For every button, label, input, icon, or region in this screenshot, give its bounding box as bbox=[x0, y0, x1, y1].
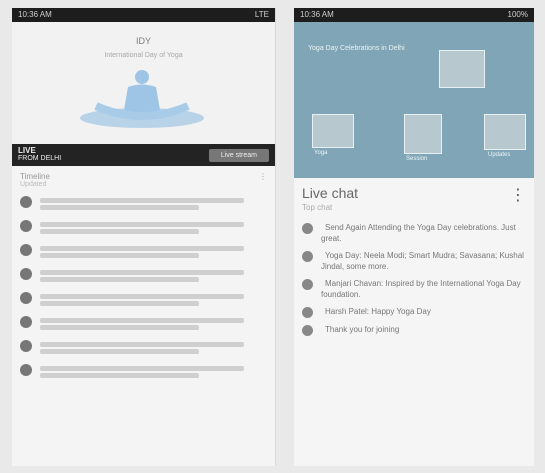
chat-message: Manjari Chavan: Inspired by the Internat… bbox=[302, 278, 526, 300]
timeline-header: Timeline Updated ⋮ bbox=[12, 166, 275, 192]
chat-body: Harsh Patel: Happy Yoga Day bbox=[321, 306, 431, 318]
thumbnail-main[interactable] bbox=[439, 50, 485, 88]
feed-icon bbox=[20, 244, 32, 256]
thumbnail-2[interactable] bbox=[404, 114, 442, 154]
chat-body: Manjari Chavan: Inspired by the Internat… bbox=[321, 278, 526, 300]
chat-list: Send Again Attending the Yoga Day celebr… bbox=[294, 222, 534, 336]
feed-item[interactable] bbox=[12, 360, 275, 384]
feed-icon bbox=[20, 316, 32, 328]
right-status-bar: 10:36 AM 100% bbox=[294, 8, 534, 22]
feed-icon bbox=[20, 364, 32, 376]
left-status-signal: LTE bbox=[254, 10, 269, 19]
more-icon[interactable]: ⋮ bbox=[259, 172, 267, 188]
feed-item[interactable] bbox=[12, 336, 275, 360]
feed-icon bbox=[20, 292, 32, 304]
feed-item[interactable] bbox=[12, 192, 275, 216]
chat-text: Harsh Patel: Happy Yoga Day bbox=[325, 307, 431, 316]
thumb-cap-2: Session bbox=[406, 156, 428, 162]
live-sub: FROM DELHI bbox=[18, 155, 62, 162]
timeline-sub: Updated bbox=[20, 181, 47, 188]
media-preview: Yoga Day Celebrations in Delhi Yoga Sess… bbox=[294, 22, 534, 178]
left-status-bar: 10:36 AM LTE bbox=[12, 8, 275, 22]
chat-body: Yoga Day: Neela Modi; Smart Mudra; Savas… bbox=[321, 250, 526, 272]
yoga-logo: IDY bbox=[135, 36, 151, 46]
timeline-feed bbox=[12, 192, 275, 384]
thumb-cap-3: Updates bbox=[488, 152, 511, 158]
feed-icon bbox=[20, 268, 32, 280]
chat-body: Thank you for joining bbox=[321, 324, 399, 336]
live-chat-header: Live chat Top chat ⋮ bbox=[294, 178, 534, 216]
live-stream-button[interactable]: Live stream bbox=[208, 148, 269, 162]
feed-item[interactable] bbox=[12, 312, 275, 336]
chat-message: Send Again Attending the Yoga Day celebr… bbox=[302, 222, 526, 244]
chat-avatar-icon bbox=[302, 223, 313, 234]
yoga-pose-illustration bbox=[80, 70, 204, 128]
preview-title: Yoga Day Celebrations in Delhi bbox=[308, 45, 405, 52]
chat-avatar-icon bbox=[302, 251, 313, 262]
chat-text: Yoga Day: Neela Modi; Smart Mudra; Savas… bbox=[321, 251, 524, 271]
banner-subtitle: International Day of Yoga bbox=[104, 52, 183, 59]
right-status-time: 10:36 AM bbox=[300, 10, 334, 19]
feed-item[interactable] bbox=[12, 216, 275, 240]
left-screen: 10:36 AM LTE IDY International Day of Yo… bbox=[12, 8, 276, 466]
left-status-time: 10:36 AM bbox=[18, 10, 52, 19]
yoga-banner: IDY International Day of Yoga bbox=[12, 22, 275, 144]
chat-message: Yoga Day: Neela Modi; Smart Mudra; Savas… bbox=[302, 250, 526, 272]
thumbnail-1[interactable] bbox=[312, 114, 354, 148]
timeline-title: Timeline bbox=[20, 172, 50, 181]
chat-text: Thank you for joining bbox=[325, 325, 400, 334]
feed-item[interactable] bbox=[12, 240, 275, 264]
chat-body: Send Again Attending the Yoga Day celebr… bbox=[321, 222, 526, 244]
feed-item[interactable] bbox=[12, 288, 275, 312]
chat-message: Harsh Patel: Happy Yoga Day bbox=[302, 306, 526, 318]
chat-avatar-icon bbox=[302, 307, 313, 318]
chat-text: Send Again Attending the Yoga Day celebr… bbox=[321, 223, 516, 243]
feed-icon bbox=[20, 340, 32, 352]
chat-text: Manjari Chavan: Inspired by the Internat… bbox=[321, 279, 521, 299]
chat-avatar-icon bbox=[302, 279, 313, 290]
feed-icon bbox=[20, 196, 32, 208]
chat-message: Thank you for joining bbox=[302, 324, 526, 336]
feed-icon bbox=[20, 220, 32, 232]
chat-avatar-icon bbox=[302, 325, 313, 336]
thumb-cap-1: Yoga bbox=[314, 150, 328, 156]
live-label: LIVE bbox=[18, 146, 36, 155]
live-chat-title: Live chat bbox=[302, 185, 359, 201]
right-screen: 10:36 AM 100% Yoga Day Celebrations in D… bbox=[294, 8, 534, 466]
chat-more-icon[interactable]: ⋮ bbox=[510, 185, 526, 212]
thumbnail-3[interactable] bbox=[484, 114, 526, 150]
live-strip: LIVE FROM DELHI Live stream bbox=[12, 144, 275, 166]
right-status-battery: 100% bbox=[507, 10, 528, 19]
feed-item[interactable] bbox=[12, 264, 275, 288]
live-chat-sub: Top chat bbox=[302, 203, 333, 212]
